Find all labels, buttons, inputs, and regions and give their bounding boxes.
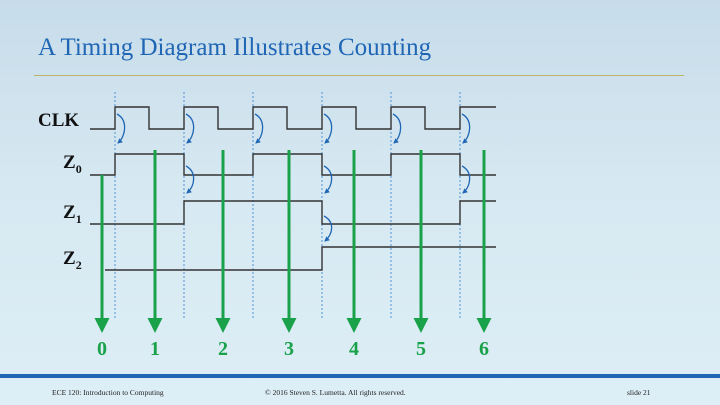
count-label-5: 5: [416, 338, 426, 360]
z0-waveform: [90, 153, 496, 176]
clk-edge-arrow: [461, 113, 471, 144]
clk-edge-arrow: [254, 113, 264, 144]
clk-waveform: [90, 106, 496, 130]
count-label-0: 0: [97, 338, 107, 360]
footer-course: ECE 120: Introduction to Computing: [52, 388, 164, 397]
count-label-4: 4: [349, 338, 359, 360]
z0-edge-arrow: [323, 165, 333, 194]
timing-diagram: CLK Z0 Z1 Z2 0 1 2 3 4 5 6: [38, 92, 496, 360]
z1-waveform: [90, 200, 496, 225]
footer-slide-number: slide 21: [627, 388, 651, 397]
clk-edge-arrow: [116, 113, 126, 144]
clk-edge-arrow: [392, 113, 402, 144]
clk-edge-arrow: [323, 113, 333, 144]
causality-arrows: [116, 113, 471, 242]
footer-copyright: © 2016 Steven S. Lumetta. All rights res…: [265, 388, 406, 397]
signal-label-z1: Z1: [63, 202, 82, 226]
z0-edge-arrow: [185, 165, 195, 194]
count-label-1: 1: [150, 338, 160, 360]
count-label-6: 6: [479, 338, 489, 360]
z1-edge-arrow: [323, 215, 333, 242]
z0-edge-arrow: [461, 165, 471, 194]
signal-label-z2: Z2: [63, 248, 82, 272]
signal-label-clk: CLK: [38, 110, 79, 131]
footer-divider: [0, 374, 720, 378]
signal-label-z0: Z0: [63, 152, 82, 176]
z2-waveform: [105, 246, 496, 271]
count-arrows: [94, 150, 492, 333]
clk-edge-arrow: [185, 113, 195, 144]
count-label-3: 3: [284, 338, 294, 360]
count-label-2: 2: [218, 338, 228, 360]
